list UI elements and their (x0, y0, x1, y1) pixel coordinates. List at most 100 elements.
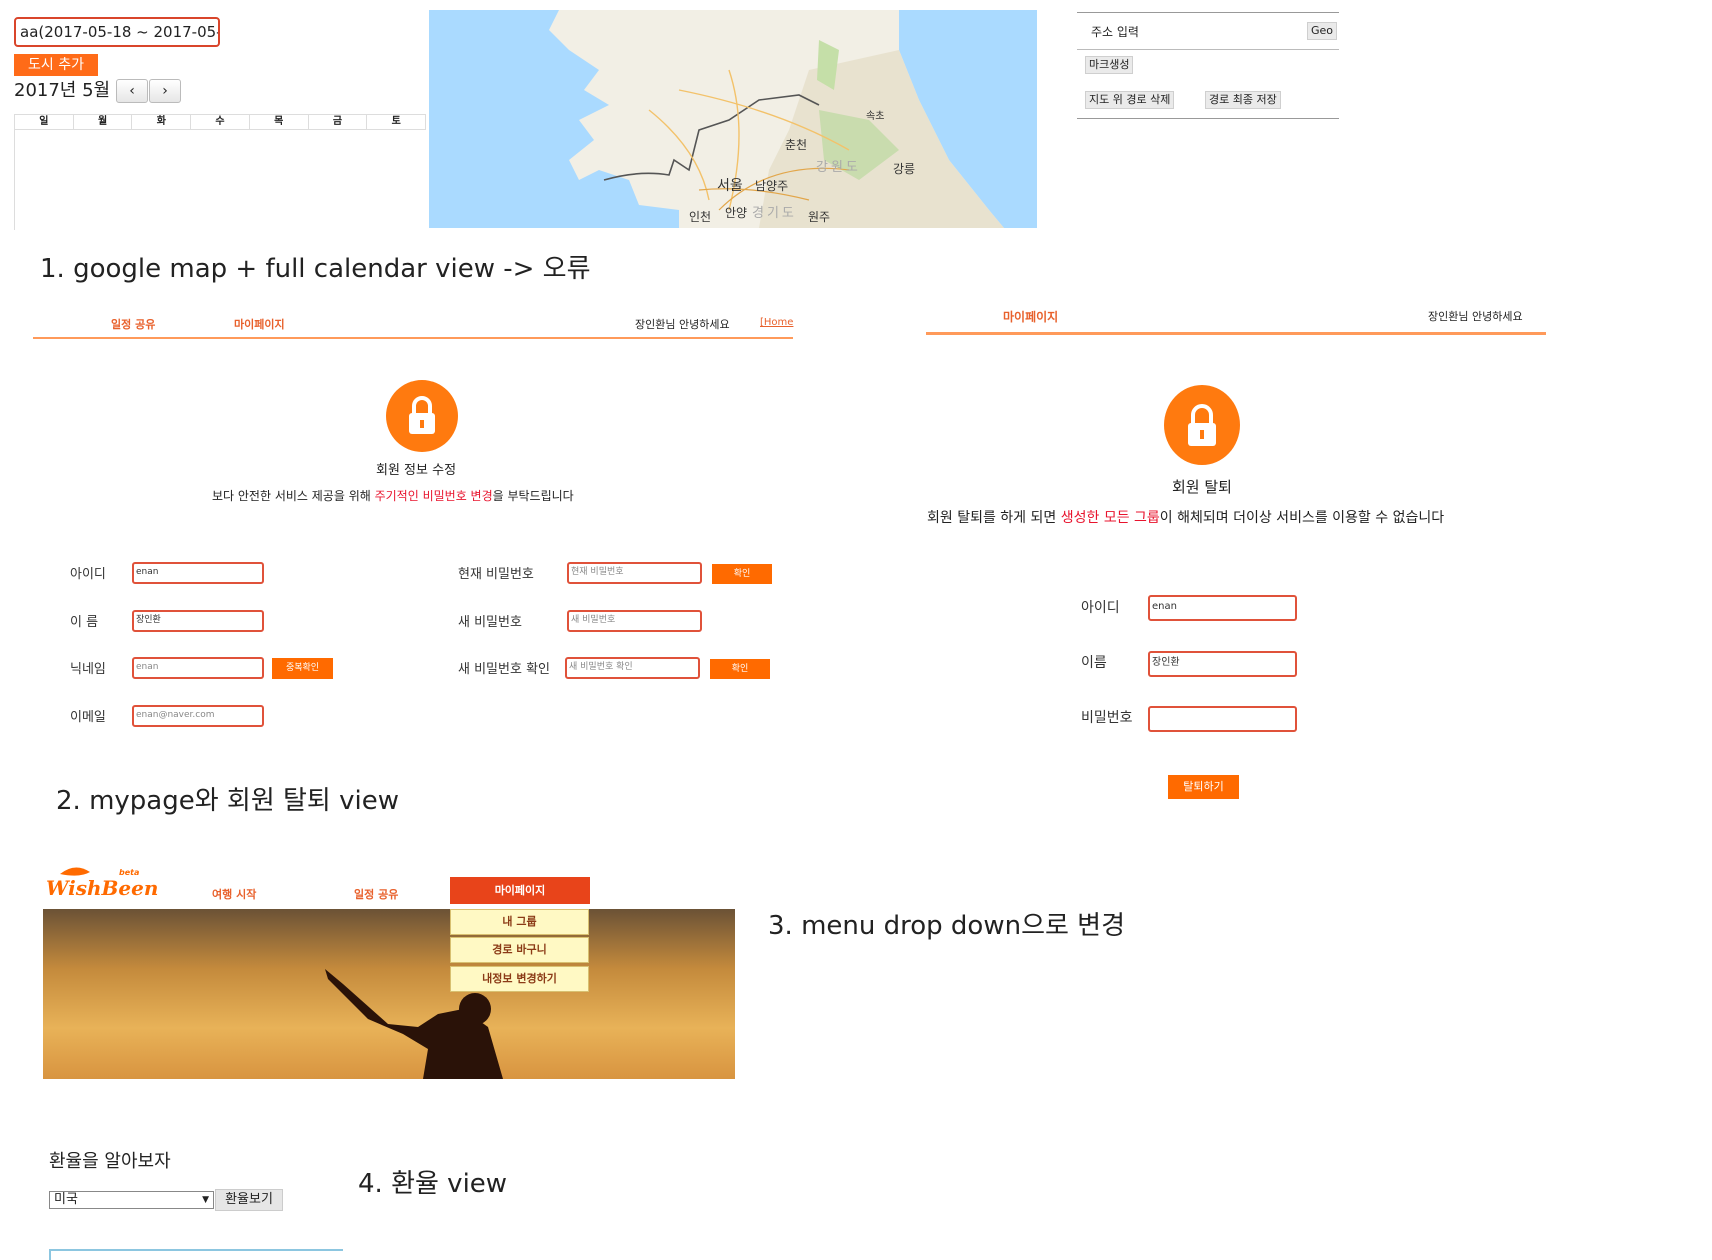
date-range-field[interactable]: aa(2017-05-18 ~ 2017-05- (14, 17, 220, 47)
id-field[interactable]: enan (132, 562, 264, 584)
google-map[interactable]: 춘천 강원도 강릉 속초 서울 남양주 인천 안양 경기도 원주 (429, 10, 1037, 228)
new-password-field[interactable]: 새 비밀번호 (567, 610, 702, 632)
duplicate-check-button[interactable]: 중복확인 (272, 658, 333, 679)
address-row: 주소 입력 Geo (1077, 12, 1339, 50)
weekday-thu: 목 (250, 115, 309, 129)
weekday-fri: 금 (309, 115, 368, 129)
hero-image (43, 909, 735, 1079)
calendar-weekday-header: 일 월 화 수 목 금 토 (14, 114, 426, 130)
dropdown-item-edit-info[interactable]: 내정보 변경하기 (450, 966, 589, 992)
view-rate-button[interactable]: 환율보기 (215, 1189, 283, 1211)
withdraw-notice-suffix: 이 해체되며 더이상 서비스를 이용할 수 없습니다 (1159, 510, 1445, 526)
name-field[interactable]: 장인환 (132, 610, 264, 632)
withdraw-notice: 회원 탈퇴를 하게 되면 생성한 모든 그룹이 해체되며 더이상 서비스를 이용… (927, 507, 1444, 527)
country-select[interactable]: 미국 ▼ (49, 1191, 214, 1209)
calendar-next-button[interactable]: › (149, 79, 181, 103)
withdraw-id-label: 아이디 (1081, 600, 1120, 616)
greeting: 장인환님 안녕하세요 (635, 318, 730, 331)
notice-highlight: 주기적인 비밀번호 변경 (374, 489, 493, 503)
withdraw-password-field[interactable] (1148, 706, 1297, 732)
caption-4: 4. 환율 view (358, 1169, 508, 1199)
withdraw-button[interactable]: 탈퇴하기 (1168, 775, 1239, 799)
wishbeen-logo[interactable]: WishBeen beta (46, 864, 158, 904)
map-label-incheon: 인천 (689, 210, 712, 224)
notice-text: 보다 안전한 서비스 제공을 위해 주기적인 비밀번호 변경을 부탁드립니다 (212, 487, 574, 504)
table-top-border (49, 1249, 343, 1251)
header-divider (33, 337, 793, 339)
map-canvas (429, 10, 1037, 228)
calendar-title: 2017년 5월 (14, 80, 111, 101)
withdraw-password-label: 비밀번호 (1081, 710, 1133, 726)
caption-1: 1. google map + full calendar view -> 오류 (40, 254, 591, 284)
confirm-current-password-button[interactable]: 확인 (712, 564, 772, 584)
withdraw-notice-highlight: 생성한 모든 그룹 (1060, 510, 1160, 526)
page-title: 회원 정보 수정 (376, 463, 457, 478)
withdraw-name-field[interactable]: 장인환 (1148, 651, 1297, 677)
new-password-confirm-label: 새 비밀번호 확인 (458, 662, 550, 677)
table-left-border (49, 1249, 51, 1260)
map-label-anyang: 안양 (725, 206, 748, 220)
withdraw-title: 회원 탈퇴 (1172, 478, 1232, 496)
dropdown-item-route-basket[interactable]: 경로 바구니 (450, 937, 589, 963)
weekday-tue: 화 (132, 115, 192, 129)
greeting-right: 장인환님 안녕하세요 (1428, 310, 1523, 323)
confirm-new-password-button[interactable]: 확인 (710, 659, 770, 679)
lock-icon (386, 380, 458, 452)
map-label-sokcho: 속초 (866, 111, 885, 122)
delete-route-button[interactable]: 지도 위 경로 삭제 (1085, 91, 1175, 109)
map-label-namyangju: 남양주 (755, 179, 789, 193)
new-password-label: 새 비밀번호 (458, 615, 522, 630)
email-field[interactable]: enan@naver.com (132, 705, 264, 727)
menu-schedule-share[interactable]: 일정 공유 (354, 886, 398, 902)
make-mark-button[interactable]: 마크생성 (1085, 56, 1134, 74)
weekday-sun: 일 (15, 115, 74, 129)
name-label: 이 름 (70, 615, 99, 630)
nickname-field[interactable]: enan (132, 657, 264, 679)
withdraw-id-field[interactable]: enan (1148, 595, 1297, 621)
caption-3: 3. menu drop down으로 변경 (768, 911, 1126, 941)
chevron-right-icon: › (162, 83, 168, 99)
home-link[interactable]: [Home (760, 317, 793, 328)
map-label-chuncheon: 춘천 (785, 138, 808, 152)
lock-icon-right (1164, 385, 1240, 465)
withdraw-notice-prefix: 회원 탈퇴를 하게 되면 (927, 510, 1061, 526)
nickname-label: 닉네임 (70, 662, 106, 677)
country-selected: 미국 (54, 1192, 78, 1207)
tab-mypage-right[interactable]: 마이페이지 (1003, 308, 1058, 325)
menu-travel-start[interactable]: 여행 시작 (212, 886, 256, 902)
map-label-wonju: 원주 (808, 210, 831, 224)
beta-badge: beta (119, 868, 140, 877)
weekday-mon: 월 (74, 115, 133, 129)
dropdown-item-my-group[interactable]: 내 그룹 (450, 909, 589, 935)
map-label-gangneung: 강릉 (893, 162, 916, 176)
tab-mypage[interactable]: 마이페이지 (234, 316, 285, 332)
caption-2: 2. mypage와 회원 탈퇴 view (56, 786, 399, 816)
add-city-button[interactable]: 도시 추가 (14, 54, 98, 76)
current-password-field[interactable]: 현재 비밀번호 (567, 562, 702, 584)
map-label-seoul: 서울 (717, 178, 743, 194)
save-route-button[interactable]: 경로 최종 저장 (1205, 91, 1281, 109)
weekday-wed: 수 (191, 115, 250, 129)
menu-mypage[interactable]: 마이페이지 (450, 877, 590, 904)
logo-text: WishBeen (46, 876, 159, 900)
tab-schedule-share[interactable]: 일정 공유 (111, 316, 155, 332)
geo-button[interactable]: Geo (1306, 22, 1337, 40)
id-label: 아이디 (70, 567, 106, 582)
calendar-body-border (14, 130, 15, 230)
dropdown-arrow-icon: ▼ (202, 1195, 209, 1205)
map-label-gyeonggi: 경기도 (752, 206, 797, 221)
chevron-left-icon: ‹ (129, 83, 135, 99)
side-divider (1077, 118, 1339, 119)
email-label: 이메일 (70, 710, 106, 725)
notice-suffix: 을 부탁드립니다 (492, 489, 574, 503)
header-divider-right (926, 332, 1546, 335)
exchange-title: 환율을 알아보자 (49, 1151, 171, 1172)
map-label-gangwon: 강원도 (816, 160, 861, 175)
address-input[interactable]: 주소 입력 (1091, 23, 1139, 40)
calendar-prev-button[interactable]: ‹ (116, 79, 148, 103)
notice-prefix: 보다 안전한 서비스 제공을 위해 (212, 489, 375, 503)
withdraw-name-label: 이름 (1081, 655, 1107, 671)
current-password-label: 현재 비밀번호 (458, 567, 534, 582)
weekday-sat: 토 (391, 116, 401, 127)
new-password-confirm-field[interactable]: 새 비밀번호 확인 (565, 657, 700, 679)
